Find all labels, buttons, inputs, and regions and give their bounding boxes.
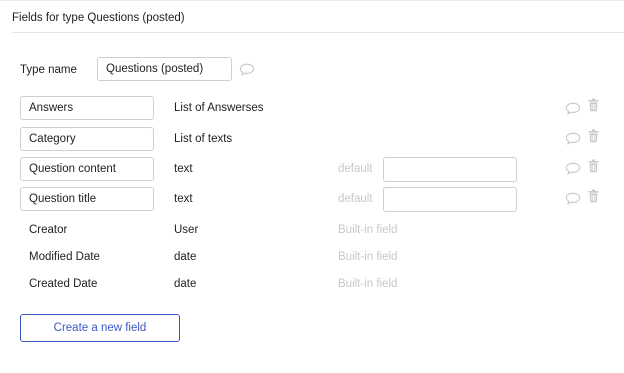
builtin-field-name-creator: Creator bbox=[29, 224, 68, 236]
field-name-input-question-content[interactable]: Question content bbox=[20, 157, 154, 181]
delete-field-icon[interactable] bbox=[588, 98, 599, 112]
delete-field-icon[interactable] bbox=[588, 189, 599, 203]
builtin-field-name-created-date: Created Date bbox=[29, 278, 98, 290]
type-name-label: Type name bbox=[20, 64, 77, 76]
builtin-field-note: Built-in field bbox=[338, 251, 398, 263]
title-divider bbox=[12, 32, 624, 33]
builtin-field-note: Built-in field bbox=[338, 224, 398, 236]
default-label: default bbox=[338, 193, 373, 205]
field-comment-icon[interactable] bbox=[565, 192, 581, 205]
panel-title: Fields for type Questions (posted) bbox=[12, 12, 185, 24]
top-divider bbox=[0, 0, 624, 1]
default-label: default bbox=[338, 163, 373, 175]
field-type-question-title: text bbox=[174, 193, 193, 205]
field-name-input-category[interactable]: Category bbox=[20, 127, 154, 151]
builtin-field-name-modified-date: Modified Date bbox=[29, 251, 100, 263]
field-type-question-content: text bbox=[174, 163, 193, 175]
delete-field-icon[interactable] bbox=[588, 129, 599, 143]
builtin-field-type-created-date: date bbox=[174, 278, 197, 290]
builtin-field-type-creator: User bbox=[174, 224, 199, 236]
field-editor-panel: Fields for type Questions (posted) Type … bbox=[0, 0, 624, 373]
field-name-input-question-title[interactable]: Question title bbox=[20, 187, 154, 211]
field-name-input-answers[interactable]: Answers bbox=[20, 96, 154, 120]
type-name-input[interactable]: Questions (posted) bbox=[97, 57, 232, 81]
field-type-answers: List of Answerses bbox=[174, 102, 264, 114]
default-value-input[interactable] bbox=[383, 187, 517, 212]
field-comment-icon[interactable] bbox=[565, 132, 581, 145]
default-value-input[interactable] bbox=[383, 157, 517, 182]
field-type-category: List of texts bbox=[174, 133, 233, 145]
builtin-field-type-modified-date: date bbox=[174, 251, 197, 263]
builtin-field-note: Built-in field bbox=[338, 278, 398, 290]
type-comment-icon[interactable] bbox=[239, 63, 255, 76]
create-new-field-button[interactable]: Create a new field bbox=[20, 314, 180, 342]
delete-field-icon[interactable] bbox=[588, 159, 599, 173]
field-comment-icon[interactable] bbox=[565, 102, 581, 115]
field-comment-icon[interactable] bbox=[565, 162, 581, 175]
